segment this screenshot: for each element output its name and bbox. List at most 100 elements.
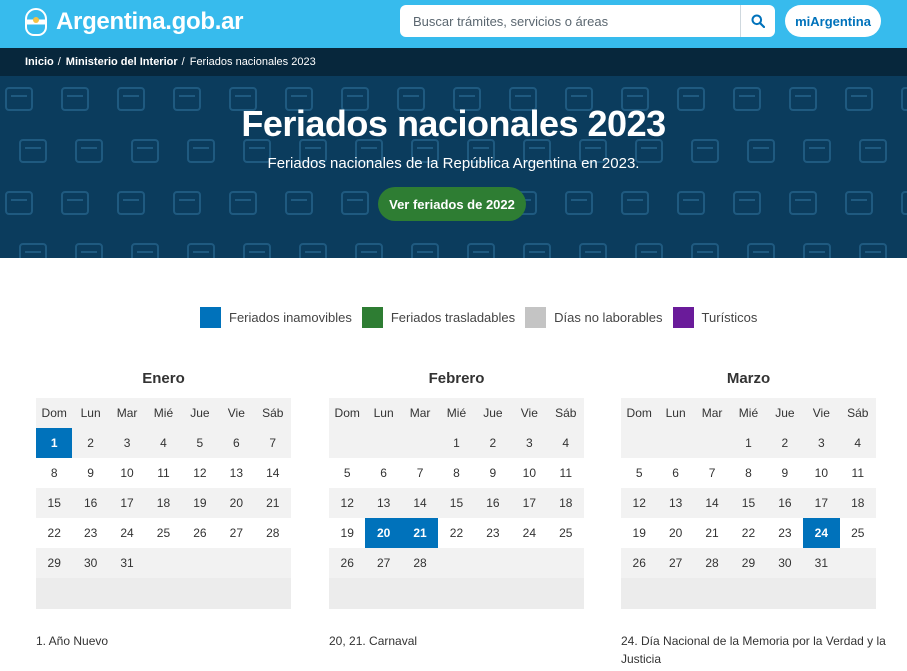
day-cell: 2 [474, 428, 512, 458]
holiday-note-febrero: 20, 21. Carnaval [329, 634, 418, 648]
page-subtitle: Feriados nacionales de la República Arge… [267, 155, 640, 172]
day-cell: 22 [449, 526, 464, 540]
weekday-header-row: Dom Lun Mar Mié Jue Vie Sáb [36, 398, 291, 428]
day-cell: 4 [547, 428, 584, 458]
day-cell: 19 [181, 488, 219, 518]
search-input[interactable] [400, 5, 740, 37]
legend-item-no-laborables: Días no laborables [525, 306, 663, 328]
weekday-header-row: Dom Lun Mar Mié Jue Vie Sáb [329, 398, 584, 428]
weekday-header: Sáb [839, 398, 876, 428]
pattern-doc-icon [75, 243, 103, 258]
calendar-footer-row [329, 578, 584, 609]
pattern-doc-icon [5, 191, 33, 215]
day-cell: 21 [705, 526, 719, 540]
day-cell: 30 [766, 548, 804, 578]
pattern-doc-icon [467, 243, 495, 258]
day-cell: 9 [87, 466, 94, 480]
pattern-doc-icon [187, 243, 215, 258]
empty-day-cell [329, 428, 366, 458]
pattern-doc-icon [635, 243, 663, 258]
empty-day-cell [657, 428, 694, 458]
ver-feriados-2022-button[interactable]: Ver feriados de 2022 [378, 187, 526, 221]
pattern-doc-icon [859, 243, 887, 258]
day-cell: 2 [72, 428, 109, 458]
day-cell: 20 [218, 488, 255, 518]
empty-day-cell [693, 428, 731, 458]
day-cell: 29 [36, 548, 73, 578]
empty-day-cell [254, 548, 291, 578]
holiday-day-cell: 24 [803, 518, 840, 548]
logo-text: Argentina.gob.ar [56, 8, 244, 35]
legend-swatch [361, 306, 383, 328]
calendar-footer-cell [621, 578, 876, 609]
day-cell: 11 [559, 466, 572, 480]
miargentina-login-button[interactable]: miArgentina [785, 5, 881, 37]
week-row: 22 23 24 25 26 27 28 [36, 518, 291, 548]
pattern-doc-icon [131, 243, 159, 258]
weekday-header: Sáb [254, 398, 291, 428]
weekday-header: Dom [621, 398, 658, 428]
day-cell: 17 [803, 488, 840, 518]
day-cell: 26 [621, 548, 658, 578]
day-cell: 13 [365, 488, 402, 518]
weekday-header: Mar [693, 398, 731, 428]
holiday-day-cell: 1 [36, 428, 73, 458]
day-cell: 14 [266, 466, 280, 480]
day-cell: 22 [741, 526, 756, 540]
day-cell: 18 [145, 488, 182, 518]
day-cell: 1 [438, 428, 475, 458]
day-cell: 30 [72, 548, 109, 578]
pattern-doc-icon [677, 191, 705, 215]
day-cell: 28 [266, 526, 280, 540]
day-cell: 1 [730, 428, 767, 458]
pattern-doc-icon [523, 243, 551, 258]
weekday-header: Dom [36, 398, 73, 428]
month-title: Enero [142, 370, 185, 387]
day-cell: 2 [766, 428, 804, 458]
pattern-doc-icon [733, 191, 761, 215]
day-cell: 31 [803, 548, 840, 578]
site-logo[interactable]: Argentina.gob.ar [25, 6, 244, 38]
day-cell: 12 [193, 466, 207, 480]
week-row: 19 20 21 22 23 24 25 [329, 518, 584, 548]
breadcrumb-link-inicio[interactable]: Inicio [25, 56, 54, 68]
pattern-doc-icon [355, 243, 383, 258]
hero-background-pattern [5, 87, 907, 258]
day-cell: 26 [329, 548, 366, 578]
day-cell: 3 [511, 428, 548, 458]
coat-of-arms-icon [25, 8, 47, 36]
day-cell: 3 [108, 428, 146, 458]
pattern-doc-icon [901, 191, 907, 215]
legend-label: Turísticos [701, 309, 758, 325]
breadcrumb-separator: / [57, 56, 61, 68]
holiday-day-cell: 20 [365, 518, 402, 548]
search-icon [751, 14, 765, 28]
calendar-table: Dom Lun Mar Mié Jue Vie Sáb 1 2 3 4 5 6 7 8 9 10 11 12 13 14… [621, 398, 876, 609]
empty-day-cell [401, 428, 439, 458]
calendar-footer-cell [36, 578, 291, 609]
weekday-header: Lun [72, 398, 109, 428]
legend-swatch [200, 306, 221, 328]
weekday-header: Mar [108, 398, 146, 428]
week-row: 1234 [621, 428, 876, 458]
weekday-header: Dom [329, 398, 366, 428]
day-cell: 4 [839, 428, 876, 458]
day-cell: 14 [693, 488, 731, 518]
week-row: 1234567 [36, 428, 291, 458]
weekday-header: Vie [511, 398, 548, 428]
legend-item-turisticos: Turísticos [672, 306, 758, 328]
breadcrumb-link-ministerio[interactable]: Ministerio del Interior [66, 56, 178, 68]
month-title: Febrero [428, 370, 485, 387]
day-cell: 28 [693, 548, 731, 578]
pattern-doc-icon [299, 243, 327, 258]
weekday-header: Vie [218, 398, 255, 428]
pattern-doc-icon [579, 243, 607, 258]
pattern-doc-icon [243, 243, 271, 258]
search-button[interactable] [740, 5, 775, 37]
day-cell: 9 [781, 466, 789, 480]
day-cell: 8 [745, 466, 752, 480]
day-cell: 5 [343, 466, 351, 480]
calendar-febrero: Febrero Dom Lun Mar Mié Jue Vie Sáb 1 2 3 4 5 6 7 8 9 10… [329, 368, 584, 609]
day-cell: 17 [108, 488, 146, 518]
day-cell: 6 [380, 466, 387, 480]
